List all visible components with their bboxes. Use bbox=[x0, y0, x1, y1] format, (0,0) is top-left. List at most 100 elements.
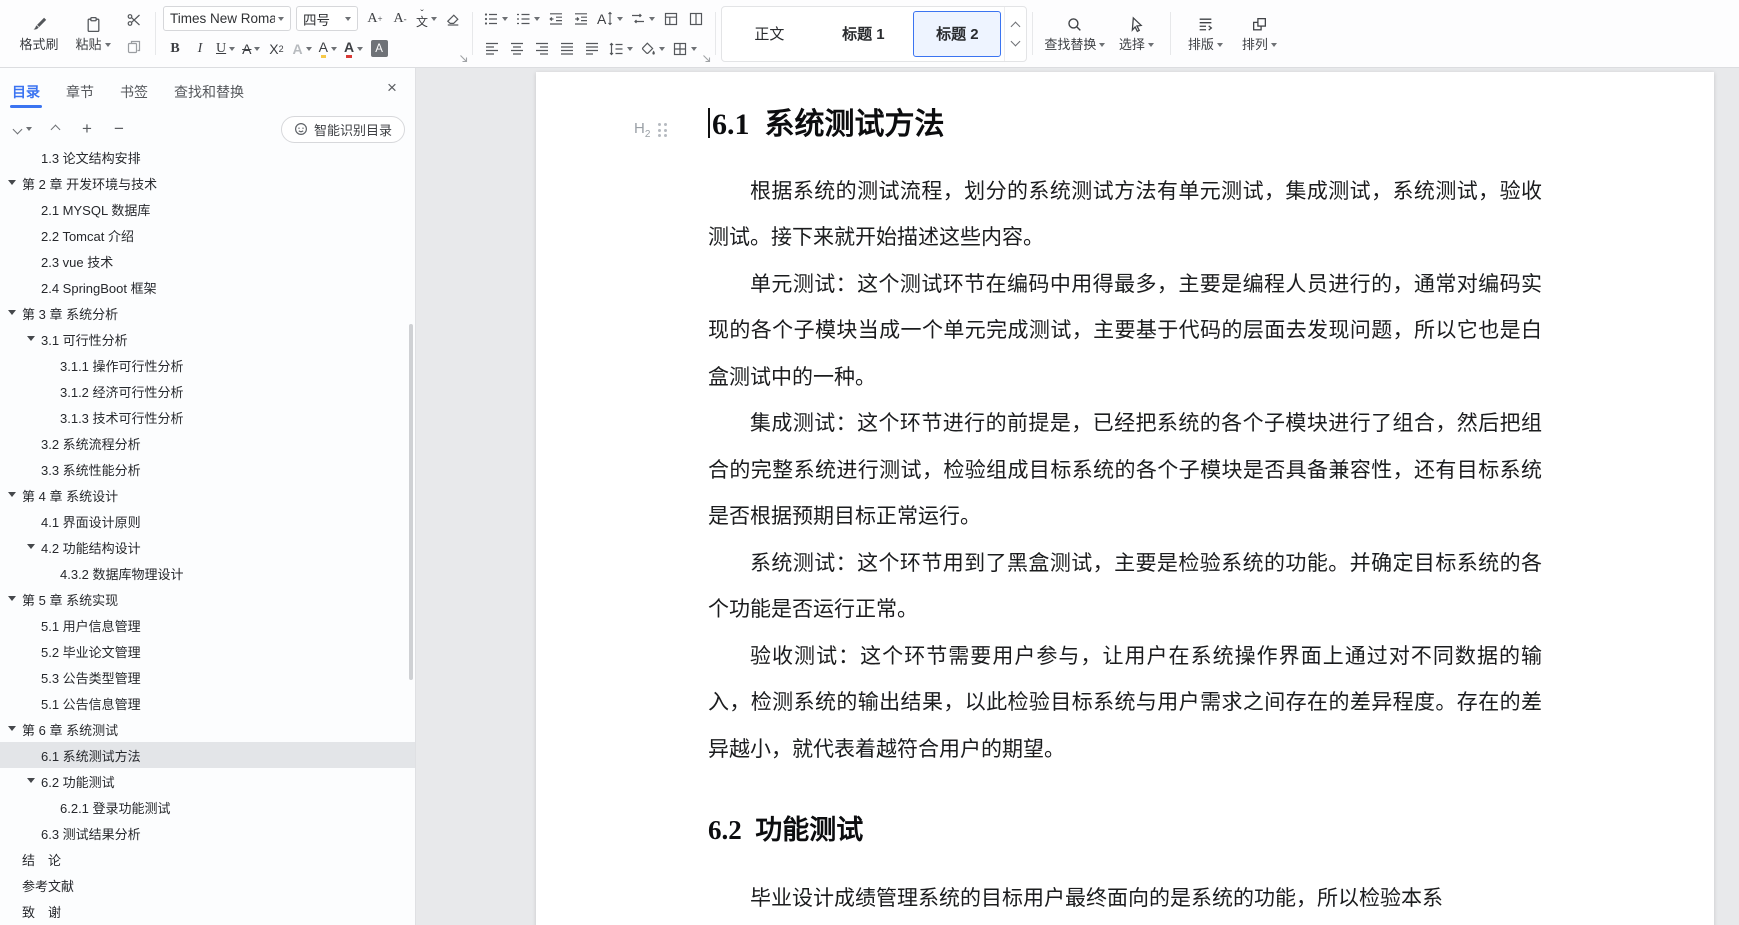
toc-item[interactable]: 6.2 功能测试 bbox=[0, 768, 415, 794]
sidebar-tab[interactable]: 章节 bbox=[66, 85, 94, 99]
sidebar-tab[interactable]: 书签 bbox=[120, 85, 148, 99]
find-replace-button[interactable]: 查找替换 bbox=[1040, 4, 1109, 63]
collapse-all-button[interactable] bbox=[42, 116, 68, 142]
style-option[interactable]: 正文 bbox=[725, 11, 813, 57]
scroll-down-icon[interactable] bbox=[1010, 36, 1021, 46]
toc-item[interactable]: 6.1 系统测试方法 bbox=[0, 742, 415, 768]
style-option[interactable]: 标题 1 bbox=[819, 11, 907, 57]
char-scale-button[interactable]: A bbox=[594, 6, 626, 31]
smart-toc-button[interactable]: 智能识别目录 bbox=[280, 115, 405, 143]
copy-button[interactable] bbox=[122, 35, 146, 59]
expand-item-button[interactable]: + bbox=[74, 116, 100, 142]
strikethrough-button[interactable]: A bbox=[239, 36, 263, 61]
toc-item[interactable]: 2.2 Tomcat 介绍 bbox=[0, 222, 415, 248]
sidebar-tab[interactable]: 目录 bbox=[10, 85, 42, 108]
paragraph[interactable]: 单元测试：这个测试环节在编码中用得最多，主要是编程人员进行的，通常对编码实现的各… bbox=[708, 261, 1542, 401]
toc-item[interactable]: 3.1.2 经济可行性分析 bbox=[0, 378, 415, 404]
toc-item[interactable]: 6.2.1 登录功能测试 bbox=[0, 794, 415, 820]
collapse-arrow-icon[interactable] bbox=[8, 492, 16, 497]
collapse-arrow-icon[interactable] bbox=[8, 596, 16, 601]
decrease-indent-button[interactable] bbox=[544, 6, 568, 31]
align-right-button[interactable] bbox=[530, 36, 554, 61]
phonetic-guide-button[interactable]: ˇ文 bbox=[413, 6, 440, 31]
text-effects-button[interactable]: A bbox=[289, 36, 314, 61]
close-sidebar-button[interactable]: × bbox=[381, 77, 403, 99]
toc-item[interactable]: 4.2 功能结构设计 bbox=[0, 534, 415, 560]
collapse-item-button[interactable]: − bbox=[106, 116, 132, 142]
paragraph[interactable]: 系统测试：这个环节用到了黑盒测试，主要是检验系统的功能。并确定目标系统的各个功能… bbox=[708, 540, 1542, 633]
grow-font-button[interactable]: A + bbox=[363, 6, 387, 31]
underline-button[interactable]: U bbox=[213, 36, 238, 61]
superscript-button[interactable]: X2 bbox=[264, 36, 288, 61]
toc-item[interactable]: 5.2 毕业论文管理 bbox=[0, 638, 415, 664]
toc-item[interactable]: 6.3 测试结果分析 bbox=[0, 820, 415, 846]
font-color-button[interactable]: A bbox=[341, 36, 366, 61]
font-dialog-launcher[interactable] bbox=[459, 54, 468, 63]
collapse-arrow-icon[interactable] bbox=[27, 778, 35, 783]
toc-item[interactable]: 参考文献 bbox=[0, 872, 415, 898]
paragraph[interactable]: 根据系统的测试流程，划分的系统测试方法有单元测试，集成测试，系统测试，验收测试。… bbox=[708, 168, 1542, 261]
justify-button[interactable] bbox=[555, 36, 579, 61]
toc-item[interactable]: 3.3 系统性能分析 bbox=[0, 456, 415, 482]
toc-item[interactable]: 第 4 章 系统设计 bbox=[0, 482, 415, 508]
font-size-combobox[interactable]: 四号 bbox=[296, 6, 358, 31]
heading-handle[interactable]: H2 bbox=[634, 120, 667, 140]
expand-levels-button[interactable] bbox=[10, 116, 36, 142]
highlight-button[interactable]: A bbox=[316, 36, 340, 61]
borders-button[interactable] bbox=[669, 36, 700, 61]
distribute-button[interactable] bbox=[580, 36, 604, 61]
toc-item[interactable]: 5.1 用户信息管理 bbox=[0, 612, 415, 638]
toc-item[interactable]: 第 5 章 系统实现 bbox=[0, 586, 415, 612]
toc-item[interactable]: 4.1 界面设计原则 bbox=[0, 508, 415, 534]
font-family-combobox[interactable]: Times New Roma bbox=[163, 6, 291, 31]
collapse-arrow-icon[interactable] bbox=[8, 310, 16, 315]
toc-item[interactable]: 结 论 bbox=[0, 846, 415, 872]
document-canvas[interactable]: H2 6.1 系统测试方法 根据系统的测试流程，划分的系统测试方法有单元测试，集… bbox=[416, 68, 1739, 925]
toc-item[interactable]: 4.3.2 数据库物理设计 bbox=[0, 560, 415, 586]
toc-item[interactable]: 2.4 SpringBoot 框架 bbox=[0, 274, 415, 300]
toc-item[interactable]: 第 3 章 系统分析 bbox=[0, 300, 415, 326]
toc-item[interactable]: 3.2 系统流程分析 bbox=[0, 430, 415, 456]
shading-fill-button[interactable] bbox=[637, 36, 668, 61]
collapse-arrow-icon[interactable] bbox=[27, 336, 35, 341]
paste-button[interactable]: 粘贴 bbox=[66, 4, 120, 63]
align-left-button[interactable] bbox=[480, 36, 504, 61]
increase-indent-button[interactable] bbox=[569, 6, 593, 31]
select-button[interactable]: 选择 bbox=[1109, 4, 1163, 63]
sidebar-tab[interactable]: 查找和替换 bbox=[174, 85, 244, 99]
document-page[interactable]: H2 6.1 系统测试方法 根据系统的测试流程，划分的系统测试方法有单元测试，集… bbox=[536, 72, 1714, 925]
toc-item[interactable]: 3.1.1 操作可行性分析 bbox=[0, 352, 415, 378]
document-body[interactable]: 6.1 系统测试方法 根据系统的测试流程，划分的系统测试方法有单元测试，集成测试… bbox=[536, 72, 1714, 922]
toc-item[interactable]: 3.1 可行性分析 bbox=[0, 326, 415, 352]
asian-layout-button[interactable] bbox=[627, 6, 658, 31]
bullet-list-button[interactable] bbox=[480, 6, 511, 31]
heading-6-2[interactable]: 6.2 功能测试 bbox=[708, 808, 1542, 847]
shrink-font-button[interactable]: A- bbox=[388, 6, 412, 31]
toc-item[interactable]: 1.3 论文结构安排 bbox=[0, 150, 415, 170]
paragraph-dialog-launcher[interactable] bbox=[702, 54, 711, 63]
char-shading-button[interactable]: A bbox=[367, 36, 391, 61]
scroll-up-icon[interactable] bbox=[1010, 21, 1021, 31]
toc-item[interactable]: 2.3 vue 技术 bbox=[0, 248, 415, 274]
paragraph[interactable]: 验收测试：这个环节需要用户参与，让用户在系统操作界面上通过对不同数据的输入，检测… bbox=[708, 633, 1542, 773]
paragraph-partial[interactable]: 毕业设计成绩管理系统的目标用户最终面向的是系统的功能，所以检验本系 bbox=[708, 875, 1542, 922]
italic-button[interactable]: I bbox=[188, 36, 212, 61]
collapse-arrow-icon[interactable] bbox=[8, 726, 16, 731]
layout-grid-button[interactable] bbox=[659, 6, 683, 31]
numbered-list-button[interactable] bbox=[512, 6, 543, 31]
toc-item[interactable]: 2.1 MYSQL 数据库 bbox=[0, 196, 415, 222]
clear-format-button[interactable] bbox=[441, 6, 465, 31]
toc-item[interactable]: 5.1 公告信息管理 bbox=[0, 690, 415, 716]
toc-item[interactable]: 第 6 章 系统测试 bbox=[0, 716, 415, 742]
collapse-arrow-icon[interactable] bbox=[8, 180, 16, 185]
typeset-button[interactable]: 排版 bbox=[1178, 4, 1232, 63]
line-spacing-button[interactable] bbox=[605, 36, 636, 61]
style-option[interactable]: 标题 2 bbox=[913, 10, 1002, 57]
align-center-button[interactable] bbox=[505, 36, 529, 61]
toc-item[interactable]: 3.1.3 技术可行性分析 bbox=[0, 404, 415, 430]
heading-6-1[interactable]: 6.1 系统测试方法 bbox=[708, 106, 1542, 144]
toc-item[interactable]: 第 2 章 开发环境与技术 bbox=[0, 170, 415, 196]
columns-button[interactable] bbox=[684, 6, 708, 31]
drag-dots-icon[interactable] bbox=[658, 123, 667, 137]
sidebar-scrollbar-thumb[interactable] bbox=[409, 324, 413, 680]
